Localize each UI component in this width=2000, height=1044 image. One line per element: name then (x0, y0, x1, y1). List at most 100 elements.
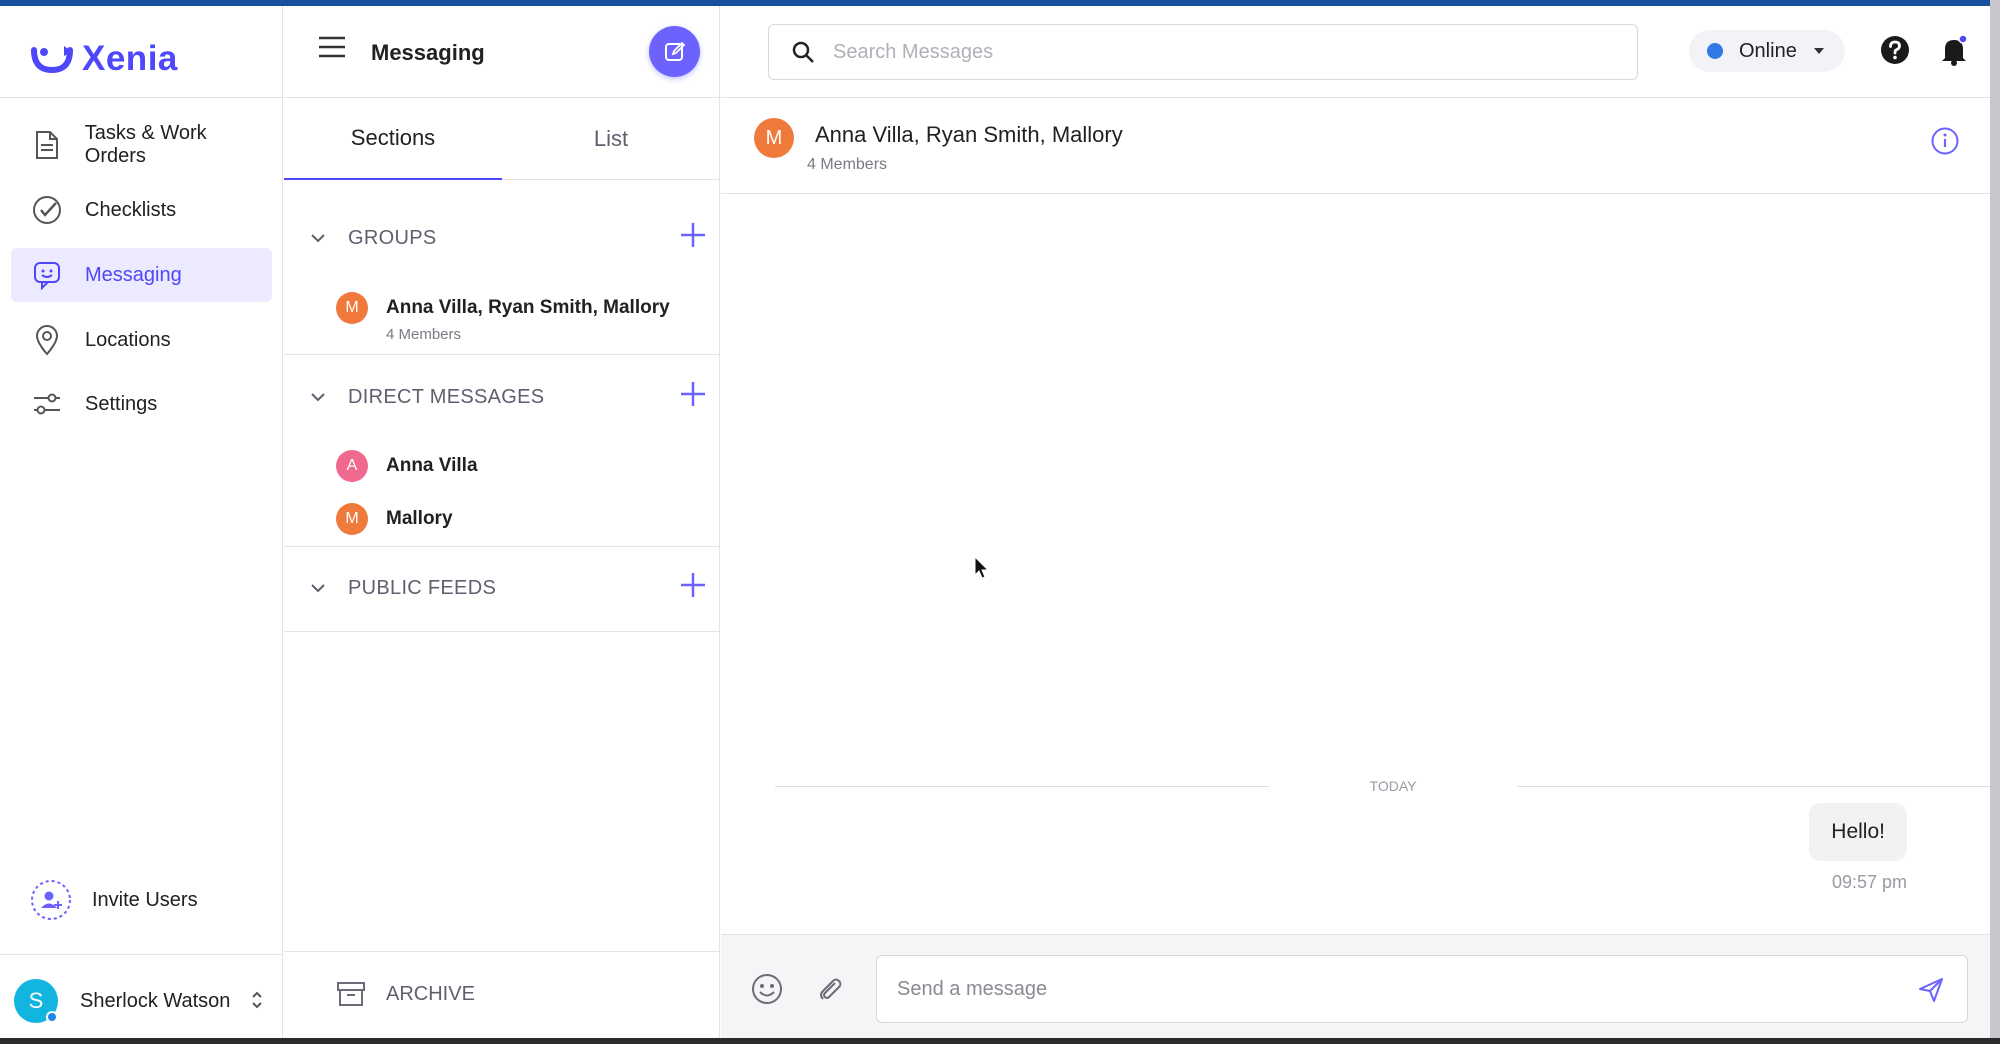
search-bar[interactable] (768, 24, 1638, 80)
panel-tabs: Sections List (284, 98, 720, 180)
conversation-header: M Anna Villa, Ryan Smith, Mallory 4 Memb… (721, 98, 1990, 194)
list-item-direct-message[interactable]: M Mallory (336, 503, 706, 535)
conversation-name: Mallory (386, 508, 453, 529)
nav-item-tasks[interactable]: Tasks & Work Orders (11, 118, 272, 172)
message-composer (721, 934, 1990, 1038)
hamburger-menu-icon[interactable] (318, 36, 346, 58)
avatar: M (336, 503, 368, 535)
nav-item-label: Checklists (85, 198, 177, 221)
archive-box-icon (337, 982, 365, 1006)
caret-down-icon (1813, 48, 1824, 54)
user-menu[interactable]: S Sherlock Watson (14, 976, 274, 1026)
status-label: Online (1739, 39, 1797, 62)
divider (284, 631, 720, 632)
member-count: 4 Members (807, 156, 888, 173)
nav-item-label: Settings (85, 392, 158, 415)
chevron-down-icon[interactable] (306, 231, 330, 245)
status-dropdown[interactable]: Online (1689, 30, 1845, 72)
chevron-down-icon[interactable] (306, 390, 330, 404)
compose-button[interactable] (649, 26, 700, 77)
add-public-feed-icon[interactable] (680, 572, 706, 598)
add-group-icon[interactable] (680, 222, 706, 248)
nav-item-locations[interactable]: Locations (11, 313, 272, 367)
conversations-panel: Messaging Sections List GROUPS M Anna Vi… (284, 6, 720, 1038)
avatar: M (336, 292, 368, 324)
tab-sections[interactable]: Sections (284, 98, 502, 180)
location-pin-icon (31, 324, 63, 356)
nav-item-messaging[interactable]: Messaging (11, 248, 272, 302)
avatar-initial: M (345, 510, 359, 527)
window-scrollbar[interactable] (1990, 0, 2000, 1044)
date-label: TODAY (1369, 778, 1417, 794)
divider (775, 786, 1269, 787)
document-icon (31, 129, 63, 161)
chat-icon (31, 259, 63, 291)
avatar: M (754, 118, 794, 158)
avatar: S (14, 979, 58, 1023)
nav-item-checklists[interactable]: Checklists (11, 183, 272, 237)
sliders-icon (31, 388, 63, 420)
conversation-name: Anna Villa, Ryan Smith, Mallory (386, 297, 670, 318)
help-icon[interactable] (1879, 34, 1911, 66)
tab-list[interactable]: List (502, 98, 720, 180)
add-direct-message-icon[interactable] (680, 381, 706, 407)
divider (0, 954, 283, 955)
list-item-direct-message[interactable]: A Anna Villa (336, 450, 706, 482)
app-name: Xenia (82, 39, 178, 78)
list-item-group[interactable]: M Anna Villa, Ryan Smith, Mallory 4 Memb… (336, 292, 706, 343)
invite-users-label: Invite Users (92, 888, 198, 911)
invite-user-icon (31, 880, 71, 920)
archive-button[interactable]: ARCHIVE (336, 980, 475, 1008)
member-count: 4 Members (386, 326, 462, 343)
avatar-initial: S (28, 988, 44, 1013)
invite-users-button[interactable]: Invite Users (30, 878, 198, 922)
divider (1517, 786, 1995, 787)
window-border (0, 1038, 2000, 1044)
left-nav: Xenia Tasks & Work Orders Checklists Mes… (0, 6, 283, 1038)
avatar-initial: A (346, 457, 358, 474)
xenia-logo-icon (31, 46, 73, 74)
divider (284, 951, 720, 952)
message-timestamp: 09:57 pm (1831, 872, 1907, 892)
archive-label: ARCHIVE (386, 982, 475, 1005)
edit-icon (664, 41, 685, 61)
online-indicator (46, 1011, 58, 1023)
date-separator: TODAY (775, 778, 1995, 794)
avatar-initial: M (765, 126, 783, 149)
emoji-icon[interactable] (751, 973, 783, 1005)
nav-item-label: Tasks & Work Orders (84, 122, 207, 167)
paperclip-icon[interactable] (816, 975, 844, 1003)
conversation-view: Online M Anna Villa, Ryan Smith, Mallory… (721, 6, 1995, 1038)
avatar-initial: M (345, 299, 359, 316)
section-title: GROUPS (348, 226, 437, 249)
search-input[interactable] (833, 40, 1613, 64)
user-name: Sherlock Watson (80, 989, 231, 1012)
page-title: Messaging (371, 40, 485, 65)
nav-item-label: Locations (85, 328, 171, 351)
nav-item-settings[interactable]: Settings (11, 377, 272, 431)
message-input[interactable] (897, 977, 1877, 1001)
bell-icon[interactable] (1939, 34, 1969, 66)
chevron-down-icon[interactable] (306, 581, 330, 595)
message-input-box[interactable] (876, 955, 1968, 1023)
divider (284, 354, 720, 355)
divider (284, 546, 720, 547)
section-title: PUBLIC FEEDS (348, 576, 497, 599)
xenia-logo[interactable]: Xenia (30, 34, 178, 84)
nav-item-label: Messaging (85, 263, 182, 286)
direct-messages-section-header: DIRECT MESSAGES (306, 377, 706, 417)
message-bubble[interactable]: Hello! (1809, 803, 1907, 861)
check-circle-icon (31, 194, 63, 226)
chevron-up-down-icon (252, 991, 262, 1009)
section-title: DIRECT MESSAGES (348, 385, 545, 408)
send-icon[interactable] (1917, 976, 1945, 1004)
status-indicator (1707, 43, 1723, 59)
app-window: Xenia Tasks & Work Orders Checklists Mes… (0, 0, 1995, 1038)
info-icon[interactable] (1930, 126, 1960, 156)
conversation-name: Anna Villa (386, 455, 478, 476)
divider (0, 97, 283, 98)
conversation-title: Anna Villa, Ryan Smith, Mallory (815, 122, 1123, 147)
groups-section-header: GROUPS (306, 218, 706, 258)
mouse-cursor-icon (974, 556, 990, 579)
search-icon (792, 41, 814, 63)
